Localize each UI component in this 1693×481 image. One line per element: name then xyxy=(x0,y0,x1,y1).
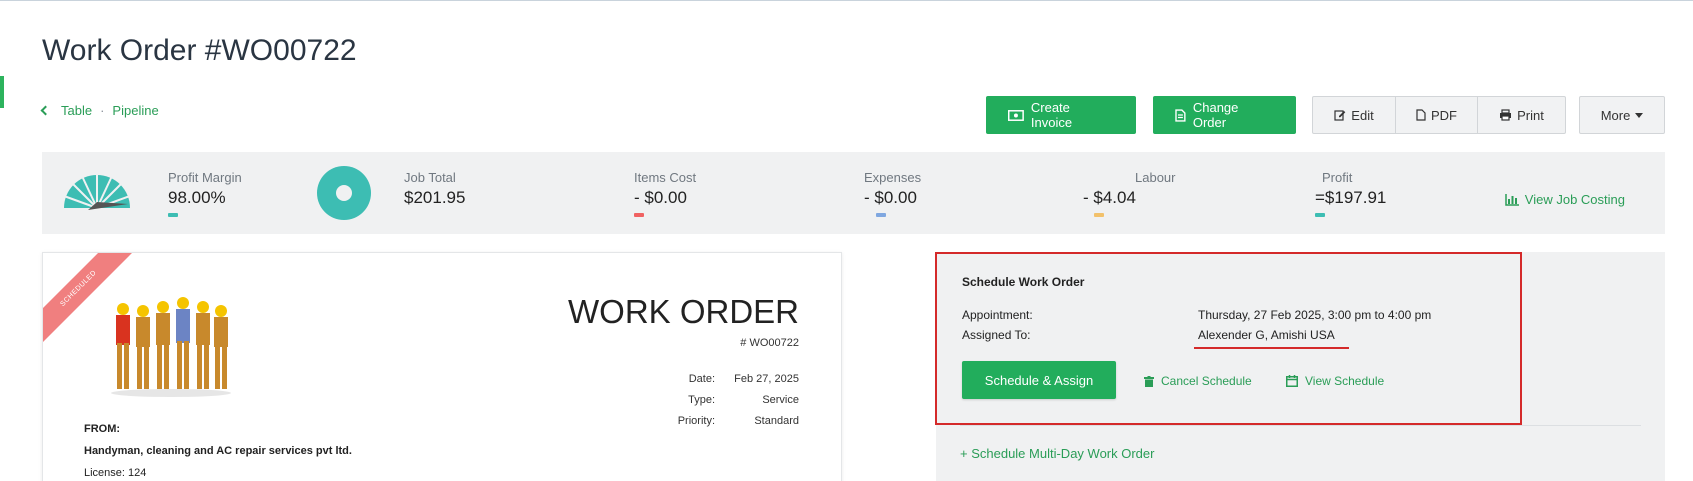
change-order-label: Change Order xyxy=(1192,100,1239,130)
stat-profit: Profit =$197.91 xyxy=(1315,170,1386,217)
appointment-label: Appointment: xyxy=(962,308,1033,322)
edit-button[interactable]: Edit xyxy=(1312,96,1396,134)
bar-chart-icon xyxy=(1505,193,1519,206)
toolbar: Create Invoice xyxy=(986,96,1136,134)
schedule-assign-button[interactable]: Schedule & Assign xyxy=(962,361,1116,399)
view-job-costing-link[interactable]: View Job Costing xyxy=(1505,192,1625,207)
job-stats-bar: Profit Margin 98.00% Job Total $201.95 I… xyxy=(42,152,1665,234)
profit-margin-indicator xyxy=(168,213,178,217)
edit-label: Edit xyxy=(1351,107,1374,123)
calendar-icon xyxy=(1286,375,1298,387)
change-order-button[interactable]: Change Order xyxy=(1153,96,1296,134)
meta-date-value: Feb 27, 2025 xyxy=(734,373,799,385)
pdf-file-icon xyxy=(1416,109,1426,121)
pdf-label: PDF xyxy=(1431,107,1457,123)
from-label: FROM: xyxy=(84,423,121,435)
meta-date-key: Date: xyxy=(688,373,715,385)
workers-logo-image xyxy=(111,297,231,397)
document-icon xyxy=(1175,108,1186,122)
job-total-value: $201.95 xyxy=(404,188,466,207)
toolbar-more: More xyxy=(1579,96,1665,134)
chevron-left-icon xyxy=(40,105,51,116)
assigned-highlight-underline xyxy=(1194,347,1349,349)
stat-job-total: Job Total $201.95 xyxy=(404,170,465,208)
meta-priority-value: Standard xyxy=(754,415,799,427)
breadcrumb-table-link[interactable]: Table xyxy=(61,103,92,118)
stat-expenses: Expenses - $0.00 xyxy=(864,170,921,217)
profit-label: Profit xyxy=(1322,170,1353,185)
items-cost-value: - $0.00 xyxy=(634,188,687,207)
assigned-to-label: Assigned To: xyxy=(962,328,1031,342)
profit-gauge-icon xyxy=(63,172,131,210)
meta-row-date: Date: Feb 27, 2025 xyxy=(625,373,799,394)
work-order-meta: Date: Feb 27, 2025 Type: Service Priorit… xyxy=(625,373,799,436)
view-job-costing-label: View Job Costing xyxy=(1524,192,1625,207)
schedule-divider xyxy=(960,425,1641,426)
appointment-value: Thursday, 27 Feb 2025, 3:00 pm to 4:00 p… xyxy=(1198,308,1432,322)
job-total-donut-icon xyxy=(317,166,371,220)
stat-items-cost: Items Cost - $0.00 xyxy=(634,170,696,217)
work-order-document: SCHEDULED WORK ORDER # WO00722 Date: Feb… xyxy=(42,252,842,481)
items-cost-indicator xyxy=(634,213,644,217)
schedule-multi-day-link[interactable]: + Schedule Multi-Day Work Order xyxy=(960,446,1154,461)
meta-row-type: Type: Service xyxy=(625,394,799,415)
meta-priority-key: Priority: xyxy=(677,415,715,427)
breadcrumb-separator: · xyxy=(100,103,105,118)
expenses-label: Expenses xyxy=(864,170,922,185)
items-cost-label: Items Cost xyxy=(634,170,697,185)
profit-indicator xyxy=(1315,213,1325,217)
print-label: Print xyxy=(1517,107,1544,123)
work-order-number: # WO00722 xyxy=(740,337,799,349)
labour-indicator xyxy=(1094,213,1104,217)
profit-margin-label: Profit Margin xyxy=(168,170,242,185)
assigned-to-value: Alexender G, Amishi USA xyxy=(1198,328,1335,342)
labour-label: Labour xyxy=(1135,170,1176,185)
license-number: License: 124 xyxy=(84,467,147,479)
schedule-title: Schedule Work Order xyxy=(962,275,1085,289)
top-border xyxy=(0,0,1693,1)
meta-type-key: Type: xyxy=(688,394,715,406)
labour-value: - $4.04 xyxy=(1083,188,1136,207)
expenses-indicator xyxy=(876,213,886,217)
view-schedule-label: View Schedule xyxy=(1305,374,1385,388)
meta-type-value: Service xyxy=(762,394,799,406)
stat-profit-margin: Profit Margin 98.00% xyxy=(168,170,242,217)
toolbar-change: Change Order xyxy=(1153,96,1296,134)
view-schedule-link[interactable]: View Schedule xyxy=(1286,374,1384,388)
breadcrumb: Table · Pipeline xyxy=(40,103,159,118)
profit-margin-value: 98.00% xyxy=(168,188,226,207)
from-section: FROM: Handyman, cleaning and AC repair s… xyxy=(84,423,352,481)
money-icon xyxy=(1008,109,1024,121)
create-invoice-button[interactable]: Create Invoice xyxy=(986,96,1136,134)
job-total-label: Job Total xyxy=(404,170,456,185)
edit-icon xyxy=(1334,110,1346,121)
trash-icon xyxy=(1144,375,1154,387)
more-label: More xyxy=(1600,107,1631,123)
schedule-work-order-box: Schedule Work Order Appointment: Thursda… xyxy=(935,252,1522,425)
meta-row-priority: Priority: Standard xyxy=(625,415,799,436)
profit-value: =$197.91 xyxy=(1315,188,1387,207)
page-title: Work Order #WO00722 xyxy=(42,34,357,67)
toolbar-actions: Edit PDF Print xyxy=(1312,96,1566,134)
stat-labour: Labour - $4.04 xyxy=(1083,170,1175,217)
expenses-value: - $0.00 xyxy=(864,188,917,207)
breadcrumb-pipeline-link[interactable]: Pipeline xyxy=(112,103,158,118)
caret-down-icon xyxy=(1635,112,1644,118)
print-icon xyxy=(1500,109,1512,121)
create-invoice-label: Create Invoice xyxy=(1030,100,1073,130)
pdf-button[interactable]: PDF xyxy=(1396,96,1478,134)
cancel-schedule-label: Cancel Schedule xyxy=(1161,374,1252,388)
work-order-heading: WORK ORDER xyxy=(568,293,799,330)
print-button[interactable]: Print xyxy=(1478,96,1566,134)
more-dropdown-button[interactable]: More xyxy=(1579,96,1665,134)
cancel-schedule-link[interactable]: Cancel Schedule xyxy=(1144,374,1252,388)
left-accent-bar xyxy=(0,76,4,108)
company-name: Handyman, cleaning and AC repair service… xyxy=(84,445,352,457)
